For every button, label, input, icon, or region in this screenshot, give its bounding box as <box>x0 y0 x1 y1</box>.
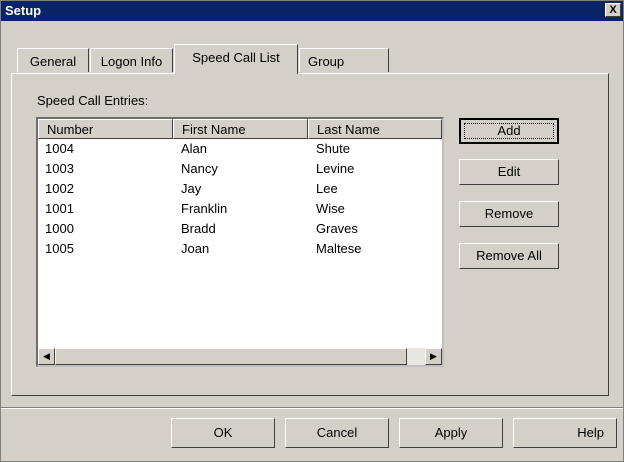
first-name-cell: Joan <box>181 241 210 256</box>
horizontal-scrollbar[interactable]: ◀ ▶ <box>38 348 442 365</box>
add-button[interactable]: Add <box>459 118 559 144</box>
focus-ring <box>464 123 554 139</box>
last-name-cell: Wise <box>316 201 345 216</box>
last-name-cell: Lee <box>316 181 338 196</box>
first-name-cell: Jay <box>181 181 202 196</box>
ok-button[interactable]: OK <box>171 418 275 448</box>
title-bar[interactable]: Setup X <box>1 1 623 21</box>
tab-speed-call-list[interactable]: Speed Call List <box>174 44 298 74</box>
first-name-cell: Bradd <box>181 221 216 236</box>
number-cell: 1004 <box>45 141 74 156</box>
number-cell: 1003 <box>45 161 74 176</box>
last-name-cell: Shute <box>316 141 350 156</box>
list-item[interactable]: 1005 Joan Maltese <box>38 241 442 257</box>
number-cell: 1005 <box>45 241 74 256</box>
list-item[interactable]: 1004 Alan Shute <box>38 141 442 157</box>
list-item[interactable]: 1002 Jay Lee <box>38 181 442 197</box>
speed-call-entries-label: Speed Call Entries: <box>37 93 149 108</box>
remove-button[interactable]: Remove <box>459 201 559 227</box>
help-button[interactable]: Help <box>513 418 617 448</box>
tab-group[interactable]: Group <box>299 48 389 72</box>
footer-separator <box>1 407 623 409</box>
first-name-cell: Alan <box>181 141 208 156</box>
first-name-cell: Nancy <box>181 161 218 176</box>
speed-call-list[interactable]: Number First Name Last Name 1004 Alan Sh… <box>36 117 444 367</box>
scroll-left-arrow-icon[interactable]: ◀ <box>38 348 55 365</box>
tab-logon-info[interactable]: Logon Info <box>90 48 173 72</box>
list-item[interactable]: 1001 Franklin Wise <box>38 201 442 217</box>
window-title: Setup <box>5 3 42 18</box>
close-button[interactable]: X <box>605 3 621 17</box>
tab-general[interactable]: General <box>17 48 89 72</box>
last-name-cell: Graves <box>316 221 358 236</box>
apply-button[interactable]: Apply <box>399 418 503 448</box>
last-name-cell: Maltese <box>316 241 362 256</box>
list-item[interactable]: 1003 Nancy Levine <box>38 161 442 177</box>
column-header-last-name[interactable]: Last Name <box>308 119 442 139</box>
column-header-number[interactable]: Number <box>38 119 173 139</box>
remove-all-button[interactable]: Remove All <box>459 243 559 269</box>
setup-dialog: Setup X General Logon Info Speed Call Li… <box>0 0 624 462</box>
number-cell: 1001 <box>45 201 74 216</box>
last-name-cell: Levine <box>316 161 355 176</box>
column-header-first-name[interactable]: First Name <box>173 119 308 139</box>
first-name-cell: Franklin <box>181 201 228 216</box>
edit-button[interactable]: Edit <box>459 159 559 185</box>
list-item[interactable]: 1000 Bradd Graves <box>38 221 442 237</box>
number-cell: 1002 <box>45 181 74 196</box>
scroll-right-arrow-icon[interactable]: ▶ <box>425 348 442 365</box>
cancel-button[interactable]: Cancel <box>285 418 389 448</box>
scroll-thumb[interactable] <box>55 348 407 365</box>
list-header: Number First Name Last Name <box>38 119 442 139</box>
number-cell: 1000 <box>45 221 74 236</box>
